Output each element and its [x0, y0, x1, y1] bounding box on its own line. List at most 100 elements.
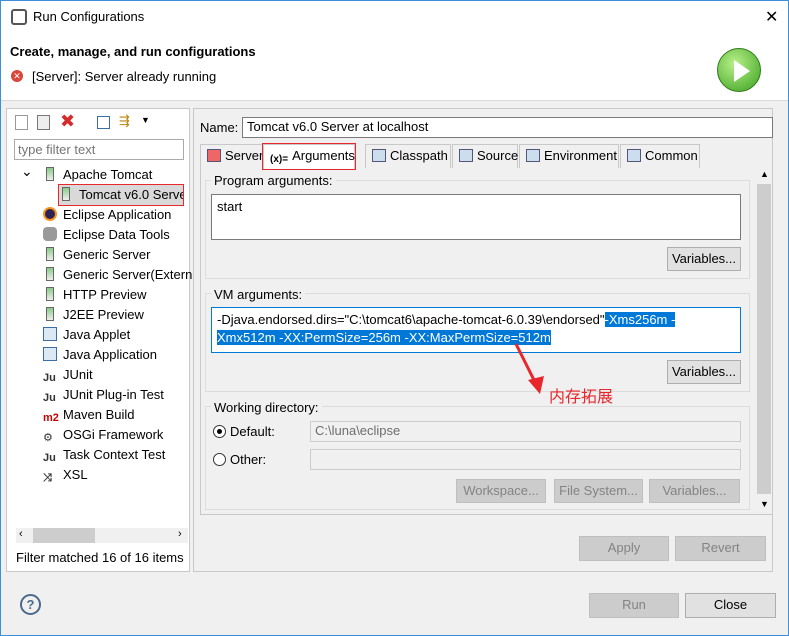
header-heading: Create, manage, and run configurations [10, 44, 256, 59]
tree-item[interactable]: Java Applet [43, 325, 130, 345]
working-directory-label: Working directory: [211, 400, 322, 415]
scrollbar-thumb[interactable] [33, 528, 95, 543]
tree-item[interactable]: m2 Maven Build [43, 405, 135, 425]
tree-item[interactable]: Tomcat v6.0 Serve [58, 184, 184, 206]
tree-item-label: OSGi Framework [63, 427, 164, 442]
default-radio[interactable] [213, 425, 226, 438]
vm-arguments-textarea[interactable]: -Djava.endorsed.dirs="C:\tomcat6\apache-… [211, 307, 741, 353]
collapse-all-icon[interactable] [97, 116, 110, 129]
scroll-down-icon[interactable]: ▼ [760, 499, 769, 509]
delete-icon[interactable]: ✖ [60, 111, 75, 132]
tree-item-label: Task Context Test [63, 447, 166, 462]
horizontal-scrollbar[interactable]: ‹ › [16, 528, 188, 543]
tree-item[interactable]: Ju Task Context Test [43, 445, 165, 465]
help-icon[interactable]: ? [20, 594, 41, 615]
program-arguments-label: Program arguments: [211, 173, 336, 188]
tree-item-label: J2EE Preview [63, 307, 144, 322]
tree-item-label: Maven Build [63, 407, 135, 422]
default-directory-field: C:\luna\eclipse [310, 421, 741, 442]
tree-item[interactable]: Generic Server(Extern [43, 265, 192, 285]
eclipse-icon [43, 207, 57, 221]
applet-icon [43, 327, 57, 341]
tree-item[interactable]: ⤨ XSL [43, 465, 88, 485]
file-system-button[interactable]: File System... [554, 479, 643, 503]
vertical-scrollbar[interactable]: ▲ ▼ [756, 167, 772, 514]
other-radio[interactable] [213, 453, 226, 466]
tab-label: Classpath [390, 148, 448, 163]
header-message: [Server]: Server already running [32, 69, 217, 84]
tree-item[interactable]: Java Application [43, 345, 157, 365]
program-variables-button[interactable]: Variables... [667, 247, 741, 271]
tree-item-label: Java Applet [63, 327, 131, 342]
tree-item-label: JUnit Plug-in Test [63, 387, 164, 402]
run-banner-icon [717, 48, 761, 92]
vm-variables-button[interactable]: Variables... [667, 360, 741, 384]
scroll-up-icon[interactable]: ▲ [760, 169, 769, 179]
vm-args-text: -Djava.endorsed.dirs="C:\tomcat6\apache-… [217, 312, 605, 327]
tab-environment[interactable]: Environment [519, 144, 619, 168]
tree-item[interactable]: Eclipse Data Tools [43, 225, 170, 245]
vm-args-selection: -Xms256m - [604, 312, 676, 327]
tree-item-label: Tomcat v6.0 Serve [79, 187, 183, 202]
program-arguments-textarea[interactable]: start [211, 194, 741, 240]
filter-status: Filter matched 16 of 16 items [16, 550, 184, 565]
junit-plugin-icon: Ju [43, 392, 56, 404]
scroll-left-icon[interactable]: ‹ [19, 528, 23, 540]
tree-item-label: Apache Tomcat [63, 167, 153, 182]
tab-source[interactable]: Source [452, 144, 518, 168]
tree-item-label: Generic Server [63, 247, 151, 262]
scrollbar-thumb[interactable] [757, 184, 771, 494]
tree-item-label: HTTP Preview [63, 287, 147, 302]
chevron-down-icon[interactable]: ⌄ [21, 161, 33, 181]
tab-label: Arguments [292, 148, 355, 163]
server-icon [46, 287, 54, 301]
tree-item[interactable]: Ju JUnit [43, 365, 93, 385]
revert-button[interactable]: Revert [675, 536, 766, 561]
apply-button[interactable]: Apply [579, 536, 669, 561]
other-label: Other: [230, 452, 267, 467]
tree-item[interactable]: HTTP Preview [43, 285, 147, 305]
workspace-button[interactable]: Workspace... [456, 479, 546, 503]
tree-item-label: Generic Server(Extern [63, 267, 193, 282]
title-bar: Run Configurations ✕ [1, 1, 788, 33]
server-icon [46, 167, 54, 181]
close-window-button[interactable]: ✕ [765, 7, 778, 27]
environment-tab-icon [526, 149, 540, 162]
tab-arguments[interactable]: (x)= Arguments [262, 143, 356, 170]
duplicate-icon[interactable] [37, 115, 50, 130]
xsl-icon: ⤨ [43, 472, 52, 484]
tab-server[interactable]: Server [200, 144, 263, 168]
source-tab-icon [459, 149, 473, 162]
close-button[interactable]: Close [685, 593, 776, 618]
view-menu-chevron-down-icon[interactable]: ▼ [141, 115, 150, 125]
osgi-icon: ⚙ [43, 432, 53, 444]
tree-item[interactable]: Ju JUnit Plug-in Test [43, 385, 164, 405]
new-configuration-icon[interactable] [15, 115, 28, 130]
scroll-right-icon[interactable]: › [178, 528, 182, 540]
run-button[interactable]: Run [589, 593, 679, 618]
tree-item[interactable]: J2EE Preview [43, 305, 144, 325]
server-icon [46, 267, 54, 281]
name-label: Name: [200, 120, 239, 135]
tab-label: Source [477, 148, 519, 163]
tree-item[interactable]: Eclipse Application [43, 205, 171, 225]
name-input[interactable]: Tomcat v6.0 Server at localhost [242, 117, 773, 138]
junit-icon: Ju [43, 372, 56, 384]
tree-item[interactable]: Generic Server [43, 245, 150, 265]
tree-item[interactable]: ⌄ Apache Tomcat [21, 163, 153, 185]
tab-classpath[interactable]: Classpath [365, 144, 451, 168]
tab-label: Server [225, 148, 264, 163]
arguments-tab-icon: (x)= [270, 154, 289, 165]
default-label: Default: [230, 424, 275, 439]
workdir-variables-button[interactable]: Variables... [649, 479, 740, 503]
filter-input[interactable] [14, 139, 184, 160]
tab-label: Environment [544, 148, 617, 163]
eclipse-gear-icon [11, 9, 27, 25]
vm-args-selection: Xmx512m -XX:PermSize=256m -XX:MaxPermSiz… [217, 330, 551, 345]
filter-icon[interactable]: ⇶ [119, 113, 130, 129]
run-configurations-dialog: Run Configurations ✕ Create, manage, and… [0, 0, 789, 636]
database-icon [43, 227, 57, 241]
tree-item[interactable]: ⚙ OSGi Framework [43, 425, 163, 445]
server-icon [62, 187, 70, 201]
tab-common[interactable]: Common [620, 144, 700, 168]
